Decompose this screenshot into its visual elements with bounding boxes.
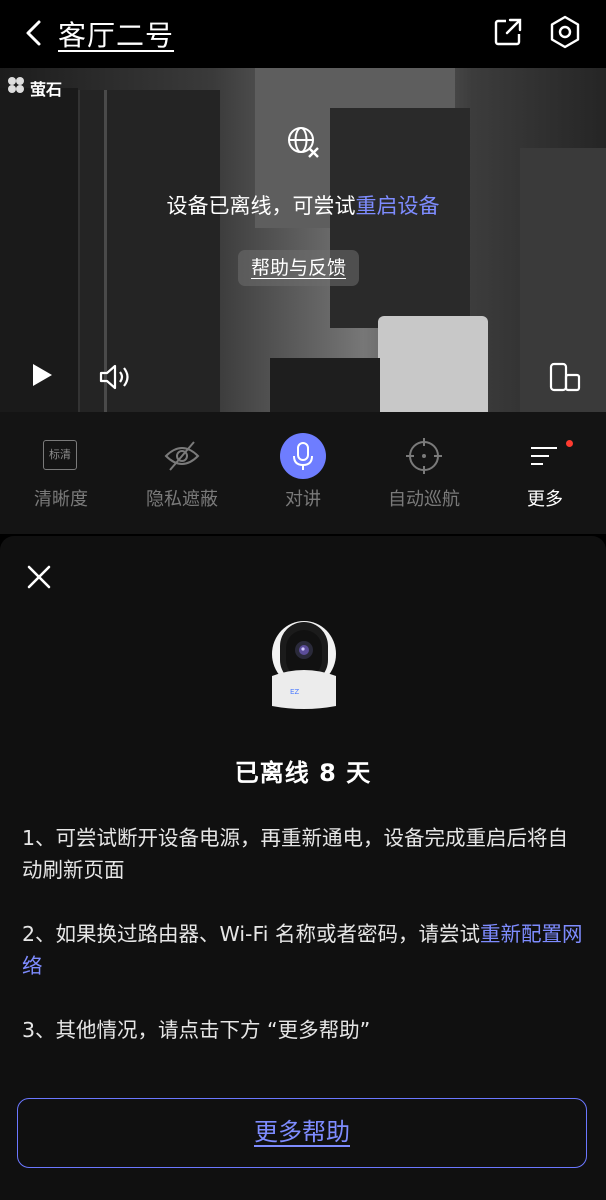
tip-item: 3、其他情况，请点击下方 “更多帮助” xyxy=(22,1014,584,1046)
more-button[interactable]: 更多 xyxy=(484,412,606,534)
table-shape xyxy=(270,358,380,412)
definition-label: 清晰度 xyxy=(34,489,88,510)
tip-text: 1、可尝试断开设备电源，再重新通电，设备完成重启后将自动刷新页面 xyxy=(22,826,569,882)
brand-label: 萤石 xyxy=(30,80,63,99)
help-feedback-button[interactable]: 帮助与反馈 xyxy=(238,250,360,286)
crosshair-icon xyxy=(406,438,442,474)
globe-offline-icon xyxy=(288,127,319,158)
intercom-button[interactable]: 对讲 xyxy=(242,412,364,534)
privacy-mask-button[interactable]: 隐私遮蔽 xyxy=(121,412,243,534)
svg-text:EZ: EZ xyxy=(290,688,299,696)
tip-item: 2、如果换过路由器、Wi-Fi 名称或者密码，请尝试重新配置网络 xyxy=(22,918,584,982)
tip-text: 2、如果换过路由器、Wi-Fi 名称或者密码，请尝试 xyxy=(22,922,480,946)
tip-item: 1、可尝试断开设备电源，再重新通电，设备完成重启后将自动刷新页面 xyxy=(22,822,584,886)
camera-device-icon: EZ xyxy=(272,621,336,709)
auto-cruise-label: 自动巡航 xyxy=(388,489,460,510)
bright-object xyxy=(378,316,488,412)
hexagon-gear-icon[interactable] xyxy=(548,15,582,49)
speaker-icon[interactable] xyxy=(98,362,132,392)
restart-device-link[interactable]: 重启设备 xyxy=(356,194,440,218)
play-icon[interactable] xyxy=(30,362,54,388)
more-help-button[interactable]: 更多帮助 xyxy=(17,1098,587,1168)
close-icon[interactable] xyxy=(26,564,52,590)
screen-rotate-icon[interactable] xyxy=(548,362,582,392)
tip-text: 3、其他情况，请点击下方 “更多帮助” xyxy=(22,1018,371,1042)
chevron-left-icon[interactable] xyxy=(20,18,48,48)
offline-text: 设备已离线，可尝试 xyxy=(166,194,356,218)
notification-dot xyxy=(566,440,573,447)
page-title[interactable]: 客厅二号 xyxy=(58,14,174,54)
privacy-mask-label: 隐私遮蔽 xyxy=(146,489,218,510)
auto-cruise-button[interactable]: 自动巡航 xyxy=(363,412,485,534)
control-toolbar: 标清 清晰度 隐私遮蔽 对讲 自动巡航 更多 xyxy=(0,412,606,534)
offline-duration: 已离线 8 天 xyxy=(234,759,372,787)
offline-message: 设备已离线，可尝试重启设备 xyxy=(0,190,606,220)
more-label: 更多 xyxy=(527,489,563,510)
microphone-icon xyxy=(280,433,326,479)
brand-logo-icon xyxy=(7,76,25,94)
share-external-icon[interactable] xyxy=(492,16,524,48)
definition-badge: 标清 xyxy=(43,440,77,470)
intercom-label: 对讲 xyxy=(285,489,321,510)
eye-slash-icon xyxy=(164,441,200,471)
definition-button[interactable]: 标清 清晰度 xyxy=(0,412,122,534)
menu-more-icon xyxy=(531,447,557,465)
definition-icon: 标清 xyxy=(41,436,81,476)
video-preview[interactable] xyxy=(0,68,606,412)
